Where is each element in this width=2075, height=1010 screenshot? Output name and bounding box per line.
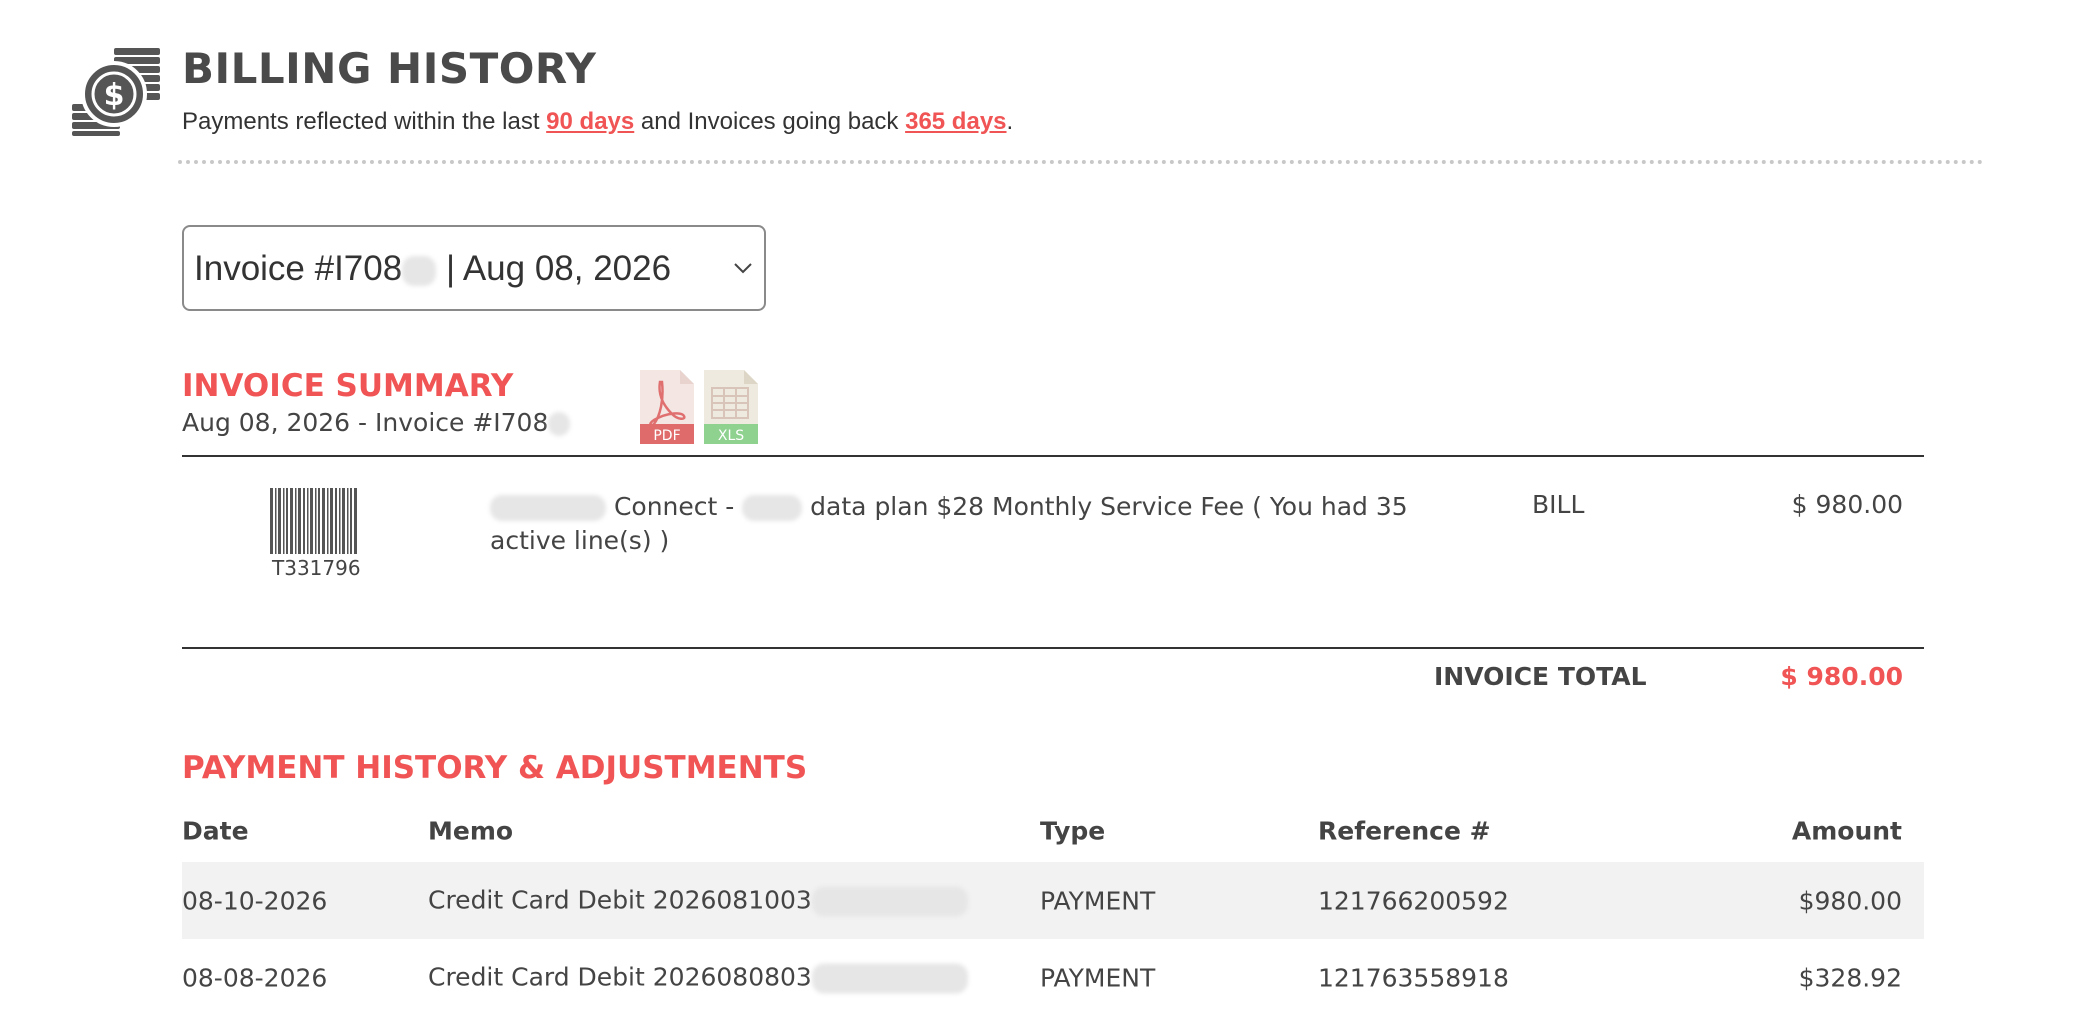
invoice-summary-title: INVOICE SUMMARY (182, 368, 514, 404)
summary-bottom-divider (182, 647, 1924, 649)
table-header-row: Date Memo Type Reference # Amount (182, 800, 1924, 862)
payment-memo: Credit Card Debit 2026080803 (428, 962, 968, 993)
redacted-text (811, 963, 968, 993)
payment-reference: 121763558918 (1318, 963, 1509, 992)
payment-memo: Credit Card Debit 2026081003 (428, 885, 968, 916)
payment-amount: $328.92 (1798, 963, 1902, 992)
xls-download-icon[interactable]: XLS (702, 368, 760, 446)
summary-top-divider (182, 455, 1924, 457)
invoice-select[interactable]: Invoice #I708 | Aug 08, 2026 (182, 225, 766, 311)
table-row: 08-08-2026 Credit Card Debit 2026080803 … (182, 939, 1924, 1010)
payment-history-table: Date Memo Type Reference # Amount 08-10-… (182, 800, 1924, 1010)
page-title: BILLING HISTORY (182, 44, 597, 93)
svg-text:$: $ (104, 78, 125, 113)
payment-memo-text: Credit Card Debit 2026081003 (428, 885, 812, 914)
invoices-365-days-link[interactable]: 365 days (905, 108, 1006, 135)
billing-history-page: $ BILLING HISTORY Payments reflected wit… (0, 0, 2075, 1010)
pdf-label: PDF (653, 428, 680, 444)
subtitle-text-pre: Payments reflected within the last (182, 108, 547, 135)
payment-type: PAYMENT (1040, 886, 1156, 915)
column-header-reference: Reference # (1318, 816, 1491, 846)
invoice-summary-subtitle: Aug 08, 2026 - Invoice #I708 (182, 408, 571, 437)
invoice-select-value: Invoice #I708 | Aug 08, 2026 (194, 249, 671, 289)
payment-date: 08-08-2026 (182, 963, 328, 992)
invoice-select-date: | Aug 08, 2026 (436, 249, 672, 288)
redacted-text (742, 495, 803, 521)
chevron-down-icon (734, 263, 752, 274)
invoice-total-value: $ 980.00 (1780, 662, 1903, 691)
barcode-icon (270, 488, 357, 554)
line-item-type: BILL (1532, 490, 1585, 519)
page-subtitle: Payments reflected within the last 90 da… (182, 108, 1013, 136)
redacted-text (402, 255, 437, 286)
payment-memo-text: Credit Card Debit 2026080803 (428, 962, 812, 991)
redacted-text (490, 495, 606, 521)
subtitle-text-post: . (1006, 108, 1014, 135)
column-header-amount: Amount (1791, 816, 1902, 846)
payment-date: 08-10-2026 (182, 886, 328, 915)
line-item-description: Connect - data plan $28 Monthly Service … (490, 490, 1460, 558)
barcode-id: T331796 (272, 556, 361, 580)
redacted-text (811, 886, 968, 916)
payment-type: PAYMENT (1040, 963, 1156, 992)
invoice-total-label: INVOICE TOTAL (1434, 662, 1647, 691)
table-row: 08-10-2026 Credit Card Debit 2026081003 … (182, 862, 1924, 939)
xls-label: XLS (718, 428, 744, 444)
column-header-type: Type (1040, 816, 1106, 846)
line-item-amount: $ 980.00 (1791, 490, 1903, 519)
header-divider (178, 160, 1984, 164)
redacted-text (548, 412, 571, 436)
column-header-date: Date (182, 816, 249, 846)
coins-dollar-icon: $ (72, 48, 160, 136)
payment-history-title: PAYMENT HISTORY & ADJUSTMENTS (182, 750, 808, 786)
payment-reference: 121766200592 (1318, 886, 1509, 915)
pdf-download-icon[interactable]: PDF (638, 368, 696, 446)
payments-90-days-link[interactable]: 90 days (546, 108, 634, 135)
subtitle-text-mid: and Invoices going back (634, 108, 906, 135)
column-header-memo: Memo (428, 816, 514, 846)
invoice-select-number: Invoice #I708 (194, 249, 403, 288)
payment-amount: $980.00 (1798, 886, 1902, 915)
line-item-desc-part1: Connect - (606, 492, 743, 521)
invoice-summary-subtitle-text: Aug 08, 2026 - Invoice #I708 (182, 408, 549, 437)
